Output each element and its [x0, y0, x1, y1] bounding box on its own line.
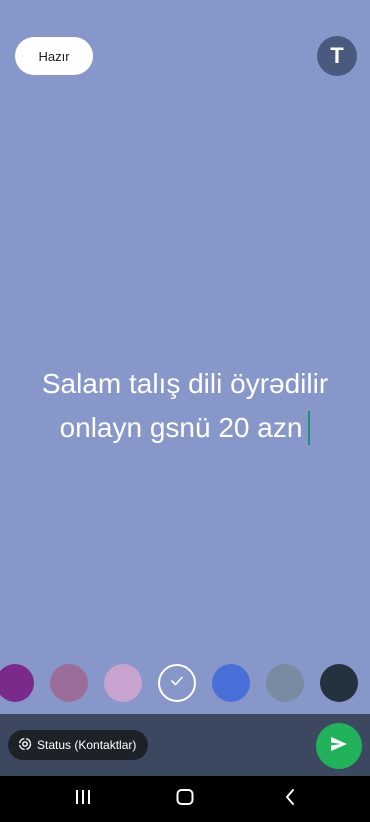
- back-icon: [283, 788, 297, 811]
- status-composer-screen: Hazır T Salam talış dili öyrədilir onlay…: [0, 0, 370, 822]
- color-swatch[interactable]: [266, 664, 304, 702]
- color-swatch-selected[interactable]: [158, 664, 196, 702]
- color-swatch[interactable]: [0, 664, 34, 702]
- status-text-line-1: Salam talış dili öyrədilir: [41, 368, 329, 399]
- back-button[interactable]: [260, 776, 320, 822]
- color-swatch[interactable]: [320, 664, 358, 702]
- audience-label: Status (Kontaktlar): [37, 738, 137, 752]
- status-text-editor[interactable]: Salam talış dili öyrədilir onlayn gsnü 2…: [0, 362, 370, 450]
- audience-selector[interactable]: Status (Kontaktlar): [8, 730, 149, 760]
- status-text-line-2-wrap: onlayn gsnü 20 azn: [0, 406, 370, 450]
- color-swatch[interactable]: [50, 664, 88, 702]
- color-swatch[interactable]: [212, 664, 250, 702]
- font-style-icon: T: [330, 43, 344, 68]
- recents-button[interactable]: [53, 776, 113, 822]
- recents-icon: [73, 788, 93, 811]
- font-style-button[interactable]: T: [317, 36, 357, 76]
- send-arrow-icon: [329, 734, 349, 759]
- text-caret: [308, 411, 311, 445]
- send-button[interactable]: [316, 723, 362, 769]
- done-button-label: Hazır: [38, 48, 70, 64]
- status-ring-icon: [18, 737, 32, 754]
- system-navigation-bar: [0, 776, 370, 822]
- color-swatch[interactable]: [104, 664, 142, 702]
- status-text-line-2: onlayn gsnü 20 azn: [59, 412, 303, 443]
- check-icon: [170, 674, 184, 692]
- done-button[interactable]: Hazır: [15, 37, 93, 75]
- home-button[interactable]: [155, 776, 215, 822]
- home-icon: [175, 788, 195, 811]
